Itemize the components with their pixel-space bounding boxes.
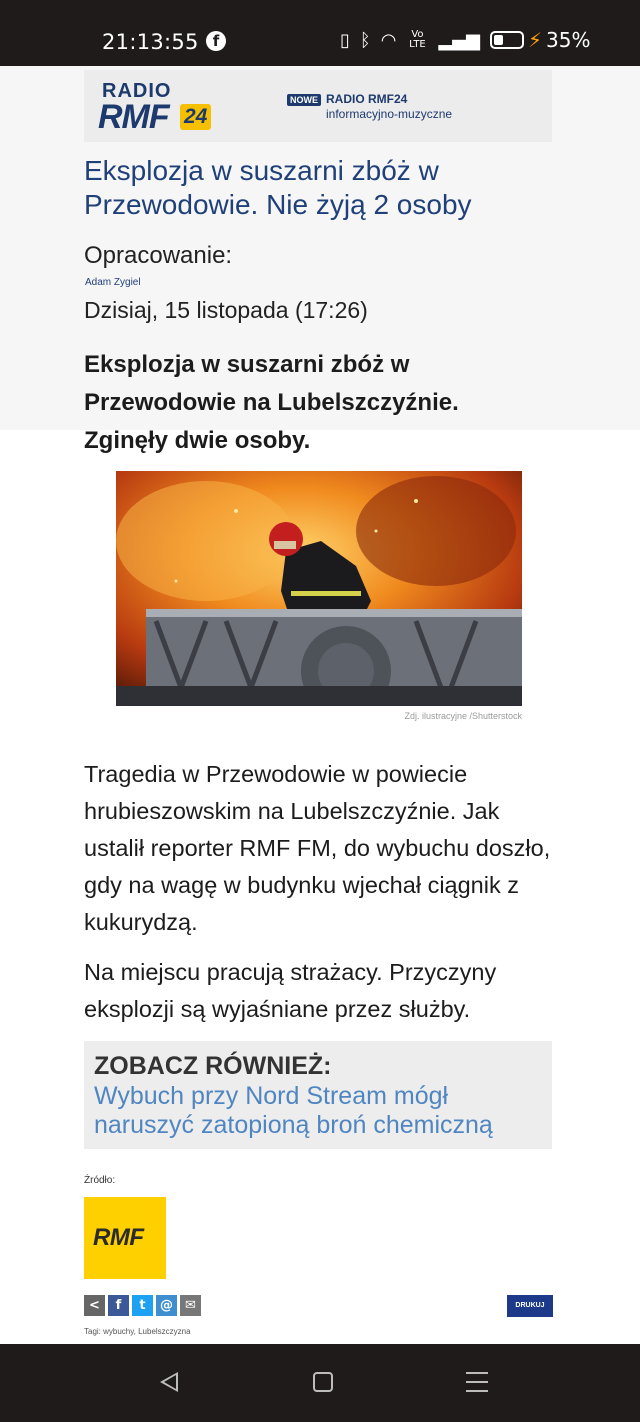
see-also-heading: ZOBACZ RÓWNIEŻ: [94, 1052, 332, 1080]
article-paragraph-2: Na miejscu pracują strażacy. Przyczyny e… [84, 959, 497, 1022]
photo-caption: Zdj. ilustracyjne /Shutterstock [404, 711, 522, 721]
article-headline: Eksplozja w suszarni zbóż w Przewodowie.… [84, 155, 472, 220]
status-bar: 21:13:55 f ▯ ᛒ ◠ Vo LTE ▂▄▆ ⚡ 35% [0, 0, 640, 66]
article-photo[interactable] [116, 471, 522, 706]
source-logo-rmf[interactable]: RMF [84, 1197, 166, 1279]
signal-icon: ▂▄▆ [438, 29, 480, 51]
source-logo-text: RMF [93, 1224, 144, 1251]
status-icons: ▯ ᛒ ◠ Vo LTE ▂▄▆ ⚡ 35% [340, 28, 590, 52]
battery-icon [489, 31, 524, 49]
wifi-icon: ◠ [380, 29, 397, 51]
nav-menu-icon[interactable] [466, 1372, 488, 1392]
battery-percent: 35% [546, 28, 591, 52]
share-icon[interactable]: < [84, 1295, 105, 1316]
charging-icon: ⚡ [527, 28, 543, 52]
see-also-link[interactable]: Wybuch przy Nord Stream mógł naruszyć za… [94, 1082, 542, 1140]
article-lead: Eksplozja w suszarni zbóż w Przewodowie … [84, 351, 459, 454]
article-paragraph-1: Tragedia w Przewodowie w powiecie hrubie… [84, 761, 551, 935]
facebook-notification-icon: f [206, 31, 226, 51]
article-date: Dzisiaj, 15 listopada (17:26) [84, 297, 368, 323]
print-button[interactable]: DRUKUJ [507, 1295, 553, 1317]
status-time: 21:13:55 [102, 30, 199, 54]
bluetooth-icon: ᛒ [359, 29, 371, 51]
nav-back-icon-inner [164, 1375, 176, 1389]
battery-fill [493, 35, 503, 45]
radio-banner[interactable]: RADIO RMF 24 NOWE RADIO RMF24 informacyj… [84, 70, 552, 142]
banner-title: RADIO RMF24 [326, 92, 408, 106]
banner-subtitle: informacyjno-muzyczne [326, 107, 453, 121]
facebook-share-icon[interactable]: f [108, 1295, 129, 1316]
see-also-box: ZOBACZ RÓWNIEŻ: Wybuch przy Nord Stream … [84, 1041, 552, 1149]
volte-icon: Vo LTE [409, 29, 426, 50]
logo-24-badge: 24 [180, 104, 212, 130]
email-at-share-icon[interactable]: @ [156, 1295, 177, 1316]
source-label: Źródło: [84, 1175, 116, 1186]
mail-share-icon[interactable]: ✉ [180, 1295, 201, 1316]
author-label: Opracowanie: [84, 242, 233, 269]
tags-line[interactable]: Tagi: wybuchy, Lubelszczyzna [84, 1327, 191, 1336]
nav-home-icon[interactable] [313, 1372, 333, 1392]
twitter-share-icon[interactable]: t [132, 1295, 153, 1316]
author-name-link[interactable]: Adam Zygiel [85, 277, 141, 288]
share-buttons: < f t @ ✉ [84, 1295, 201, 1316]
firefighter-photo-illustration [116, 471, 522, 706]
new-badge: NOWE [287, 94, 321, 106]
logo-rmf-text: RMF [98, 98, 170, 136]
vibrate-icon: ▯ [340, 29, 350, 51]
